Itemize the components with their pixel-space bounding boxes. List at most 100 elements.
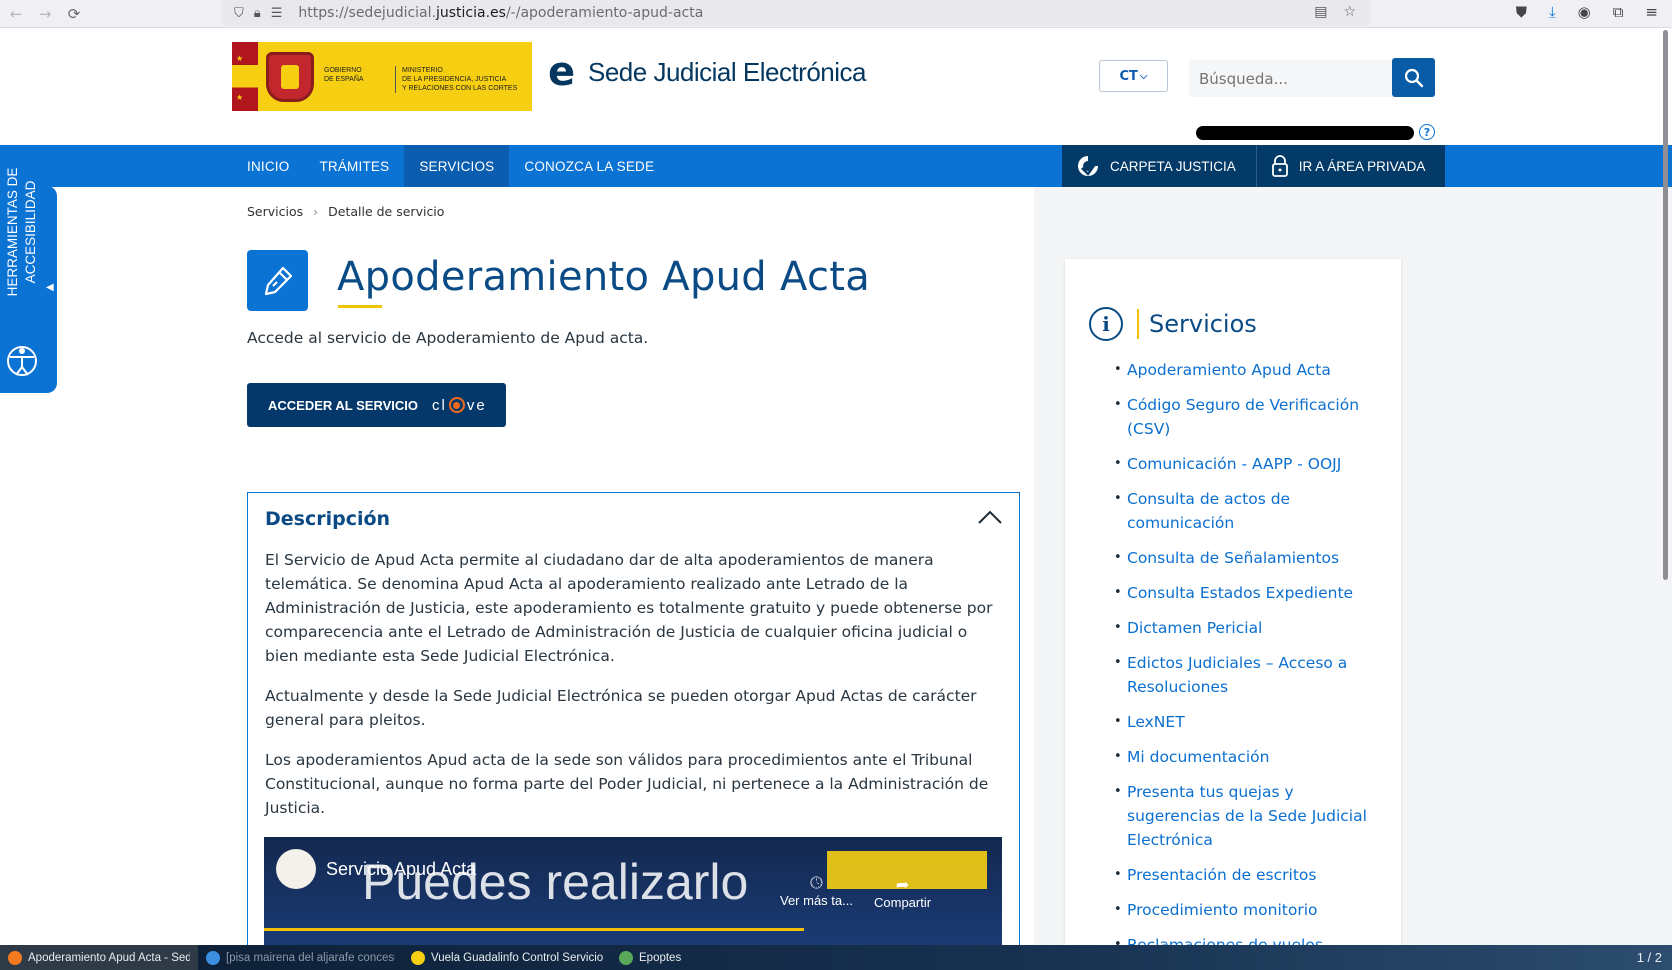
menu-icon[interactable]: ≡ <box>1645 3 1658 21</box>
video-progress-accent <box>264 928 804 931</box>
page-subtitle: Accede al servicio de Apoderamiento de A… <box>247 329 649 347</box>
app-icon <box>8 950 22 965</box>
service-link[interactable]: Consulta de actos de comunicación <box>1114 487 1384 535</box>
share-button[interactable]: ➦ Compartir <box>874 875 931 910</box>
url-text[interactable]: https://sedejudicial.justicia.es/-/apode… <box>298 5 703 21</box>
extensions-icon[interactable]: ⧉ <box>1613 3 1624 21</box>
taskbar-task-label: Vuela Guadalinfo Control Servicios <box>431 951 603 964</box>
description-title[interactable]: Descripción <box>265 508 390 530</box>
language-select[interactable]: CT ⌵ <box>1099 60 1168 92</box>
taskbar-task[interactable]: Vuela Guadalinfo Control Servicios <box>403 945 611 970</box>
pen-icon <box>247 250 308 311</box>
clave-text-end: ve <box>466 396 487 414</box>
description-paragraph: El Servicio de Apud Acta permite al ciud… <box>265 551 993 665</box>
sede-e-icon: e <box>548 49 576 95</box>
service-link[interactable]: Presenta tus quejas y sugerencias de la … <box>1114 780 1384 852</box>
help-icon[interactable]: ? <box>1419 124 1435 140</box>
chevron-up-icon[interactable] <box>977 507 1003 527</box>
service-link[interactable]: Apoderamiento Apud Acta <box>1114 358 1384 382</box>
caret-left-icon: ◀ <box>46 282 54 293</box>
taskbar-task-label: [pisa mairena del aljarafe concesi... <box>226 951 395 964</box>
account-icon[interactable]: ◉ <box>1578 3 1591 21</box>
address-bar[interactable]: ⛉ 🔒︎ ☰ https://sedejudicial.justicia.es/… <box>222 0 1370 26</box>
share-icon: ➦ <box>895 877 910 894</box>
lock-icon <box>1271 155 1288 177</box>
nav-item-inicio[interactable]: INICIO <box>232 145 304 187</box>
description-paragraph: Actualmente y desde la Sede Judicial Ele… <box>265 687 977 729</box>
taskbar-task[interactable]: [pisa mairena del aljarafe concesi... <box>198 945 403 970</box>
services-panel-header: i Servicios <box>1089 307 1257 341</box>
search-icon <box>1404 68 1423 87</box>
search-input[interactable] <box>1189 60 1392 97</box>
pocket-icon[interactable]: ⛊ <box>1516 3 1527 21</box>
workspace-indicator[interactable]: 1 / 2 <box>1637 950 1662 965</box>
lock-icon[interactable]: 🔒︎ <box>254 6 261 21</box>
access-service-button[interactable]: ACCEDER AL SERVICIO cl ve <box>247 383 506 427</box>
nav-item-servicios[interactable]: SERVICIOS <box>404 145 510 187</box>
service-link[interactable]: Consulta Estados Expediente <box>1114 581 1384 605</box>
gov-logo-text: GOBIERNO DE ESPAÑA <box>324 67 364 83</box>
service-link[interactable]: Código Seguro de Verificación (CSV) <box>1114 393 1384 441</box>
service-link[interactable]: Consulta de Señalamientos <box>1114 546 1384 570</box>
site-header: ★ ★ ★ ★ GOBIERNO DE ESPAÑA MINISTERIO DE LA… <box>0 28 1672 145</box>
app-icon <box>206 950 220 965</box>
government-logo[interactable]: ★ ★ ★ ★ GOBIERNO DE ESPAÑA MINISTERIO DE LA… <box>232 42 532 111</box>
sede-logo[interactable]: e Sede Judicial Electrónica <box>548 49 867 95</box>
edit-pen-icon <box>264 266 292 295</box>
service-link[interactable]: Presentación de escritos <box>1114 863 1384 887</box>
service-link[interactable]: Dictamen Pericial <box>1114 616 1384 640</box>
carpeta-justicia-button[interactable]: CARPETA JUSTICIA <box>1062 145 1256 187</box>
breadcrumb-item-servicios[interactable]: Servicios <box>247 204 303 219</box>
clave-text-start: cl <box>432 396 447 414</box>
back-icon[interactable]: ← <box>3 2 29 26</box>
private-area-button[interactable]: IR A ÁREA PRIVADA <box>1255 145 1446 187</box>
carpeta-label: CARPETA JUSTICIA <box>1110 158 1236 174</box>
bookmark-star-icon[interactable]: ☆ <box>1343 4 1356 20</box>
download-icon[interactable]: ⤓ <box>1549 3 1556 21</box>
video-title[interactable]: Servicio Apud Acta <box>326 859 476 880</box>
app-icon <box>411 950 425 965</box>
services-panel-title: Servicios <box>1149 310 1257 338</box>
video-player[interactable]: Puedes realizarlo Servicio Apud Acta 🕓︎ … <box>264 837 1002 957</box>
header-divider <box>1137 309 1139 339</box>
nav-item-trámites[interactable]: TRÁMITES <box>304 145 404 187</box>
coat-of-arms-icon <box>266 52 314 102</box>
reload-icon[interactable]: ⟳ <box>61 2 87 26</box>
service-link[interactable]: Comunicación - AAPP - OOJJ <box>1114 452 1384 476</box>
accessibility-label: HERRAMIENTAS DE ACCESIBILIDAD <box>5 167 38 297</box>
service-link[interactable]: Edictos Judiciales – Acceso a Resolucion… <box>1114 651 1384 699</box>
main-navbar: INICIO TRÁMITES SERVICIOS CONOZCA LA SEDE C… <box>0 145 1672 187</box>
permissions-icon[interactable]: ☰ <box>271 6 283 21</box>
clock-icon: 🕓︎ <box>810 875 823 892</box>
os-taskbar: Apoderamiento Apud Acta - Sede ... [pisa … <box>0 945 1672 970</box>
service-link[interactable]: Mi documentación <box>1114 745 1384 769</box>
page-scrollbar[interactable] <box>1663 30 1668 580</box>
info-icon: i <box>1089 307 1123 341</box>
private-area-label: IR A ÁREA PRIVADA <box>1298 158 1426 174</box>
breadcrumb: Servicios › Detalle de servicio <box>247 204 444 219</box>
language-value: CT <box>1119 68 1138 84</box>
stars-icon: ★ ★ ★ ★ <box>236 54 244 102</box>
title-accent-underline <box>338 305 382 308</box>
chevron-down-icon: ⌵ <box>1139 70 1148 82</box>
search-button[interactable] <box>1392 58 1435 97</box>
service-link[interactable]: LexNET <box>1114 710 1384 734</box>
forward-icon[interactable]: → <box>32 2 58 26</box>
service-link[interactable]: Procedimiento monitorio <box>1114 898 1384 922</box>
ministry-logo-text: MINISTERIO DE LA PRESIDENCIA, JUSTICIA Y… <box>395 66 517 93</box>
taskbar-task[interactable]: Apoderamiento Apud Acta - Sede ... <box>0 945 198 970</box>
reader-view-icon[interactable]: ▤ <box>1314 4 1327 20</box>
channel-avatar[interactable] <box>276 849 316 889</box>
taskbar-task-label: Epoptes <box>639 951 682 964</box>
carpeta-icon <box>1078 156 1100 176</box>
description-paragraph: Los apoderamientos Apud acta de la sede … <box>265 751 989 817</box>
watch-later-button[interactable]: 🕓︎ Ver más ta... <box>780 875 853 908</box>
accessibility-tools-tab[interactable]: HERRAMIENTAS DE ACCESIBILIDAD ◀ <box>0 168 57 393</box>
share-label: Compartir <box>874 895 932 910</box>
clave-logo: cl ve <box>432 397 487 414</box>
chevron-right-icon: › <box>313 204 319 219</box>
breadcrumb-item-current: Detalle de servicio <box>328 204 445 219</box>
taskbar-task[interactable]: Epoptes <box>611 945 801 970</box>
shield-icon[interactable]: ⛉ <box>234 6 244 21</box>
nav-item-conozca-la-sede[interactable]: CONOZCA LA SEDE <box>509 145 669 187</box>
